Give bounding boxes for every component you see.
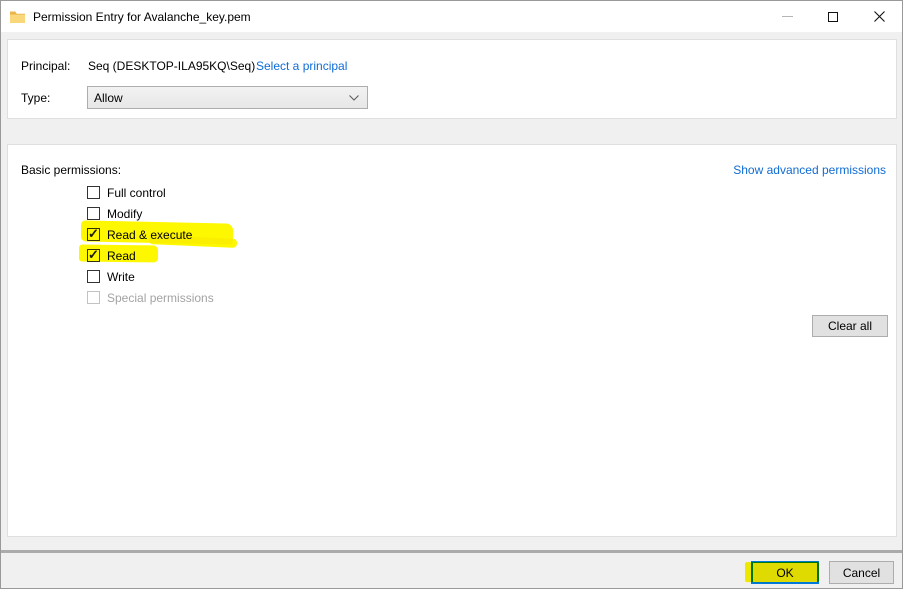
cancel-button[interactable]: Cancel (829, 561, 894, 584)
principal-label: Principal: (21, 59, 70, 73)
type-label: Type: (21, 91, 50, 105)
permissions-checklist: Full control Modify ✓ Read & execute ✓ R… (87, 182, 214, 308)
permission-entry-dialog: { "window": { "title": "Permission Entry… (0, 0, 903, 589)
checkbox-row-modify[interactable]: Modify (87, 203, 214, 224)
type-dropdown[interactable]: Allow (87, 86, 368, 109)
folder-icon (10, 10, 25, 23)
window-controls (764, 1, 902, 32)
select-principal-link[interactable]: Select a principal (256, 59, 347, 73)
checkbox-check-glyph: ✓ (88, 248, 99, 261)
checkbox-row-special-permissions: Special permissions (87, 287, 214, 308)
minimize-icon (782, 16, 793, 17)
checkbox-special-permissions (87, 291, 100, 304)
permissions-panel: Basic permissions: Show advanced permiss… (7, 144, 897, 537)
window-title: Permission Entry for Avalanche_key.pem (33, 10, 251, 24)
checkbox-row-read-execute[interactable]: ✓ Read & execute (87, 224, 214, 245)
checkbox-label: Modify (107, 207, 142, 221)
maximize-button[interactable] (810, 1, 856, 32)
minimize-button[interactable] (764, 1, 810, 32)
principal-panel: Principal: Seq (DESKTOP-ILA95KQ\Seq) Sel… (7, 39, 897, 119)
titlebar: Permission Entry for Avalanche_key.pem (1, 1, 902, 32)
checkbox-write[interactable] (87, 270, 100, 283)
checkbox-label: Full control (107, 186, 166, 200)
checkbox-label: Read & execute (107, 228, 192, 242)
checkbox-row-read[interactable]: ✓ Read (87, 245, 214, 266)
show-advanced-permissions-link[interactable]: Show advanced permissions (733, 163, 886, 177)
ok-button[interactable]: OK (751, 561, 819, 584)
checkbox-modify[interactable] (87, 207, 100, 220)
footer-divider (1, 550, 902, 553)
type-dropdown-value: Allow (94, 91, 349, 105)
principal-value: Seq (DESKTOP-ILA95KQ\Seq) (88, 59, 255, 73)
checkbox-full-control[interactable] (87, 186, 100, 199)
maximize-icon (828, 12, 838, 22)
checkbox-read-execute[interactable]: ✓ (87, 228, 100, 241)
clear-all-button[interactable]: Clear all (812, 315, 888, 337)
checkbox-read[interactable]: ✓ (87, 249, 100, 262)
checkbox-label: Write (107, 270, 135, 284)
close-button[interactable] (856, 1, 902, 32)
checkbox-label: Read (107, 249, 136, 263)
checkbox-check-glyph: ✓ (88, 227, 99, 240)
close-icon (874, 11, 885, 22)
checkbox-row-full-control[interactable]: Full control (87, 182, 214, 203)
basic-permissions-label: Basic permissions: (21, 163, 121, 177)
checkbox-label: Special permissions (107, 291, 214, 305)
checkbox-row-write[interactable]: Write (87, 266, 214, 287)
chevron-down-icon (349, 95, 359, 101)
